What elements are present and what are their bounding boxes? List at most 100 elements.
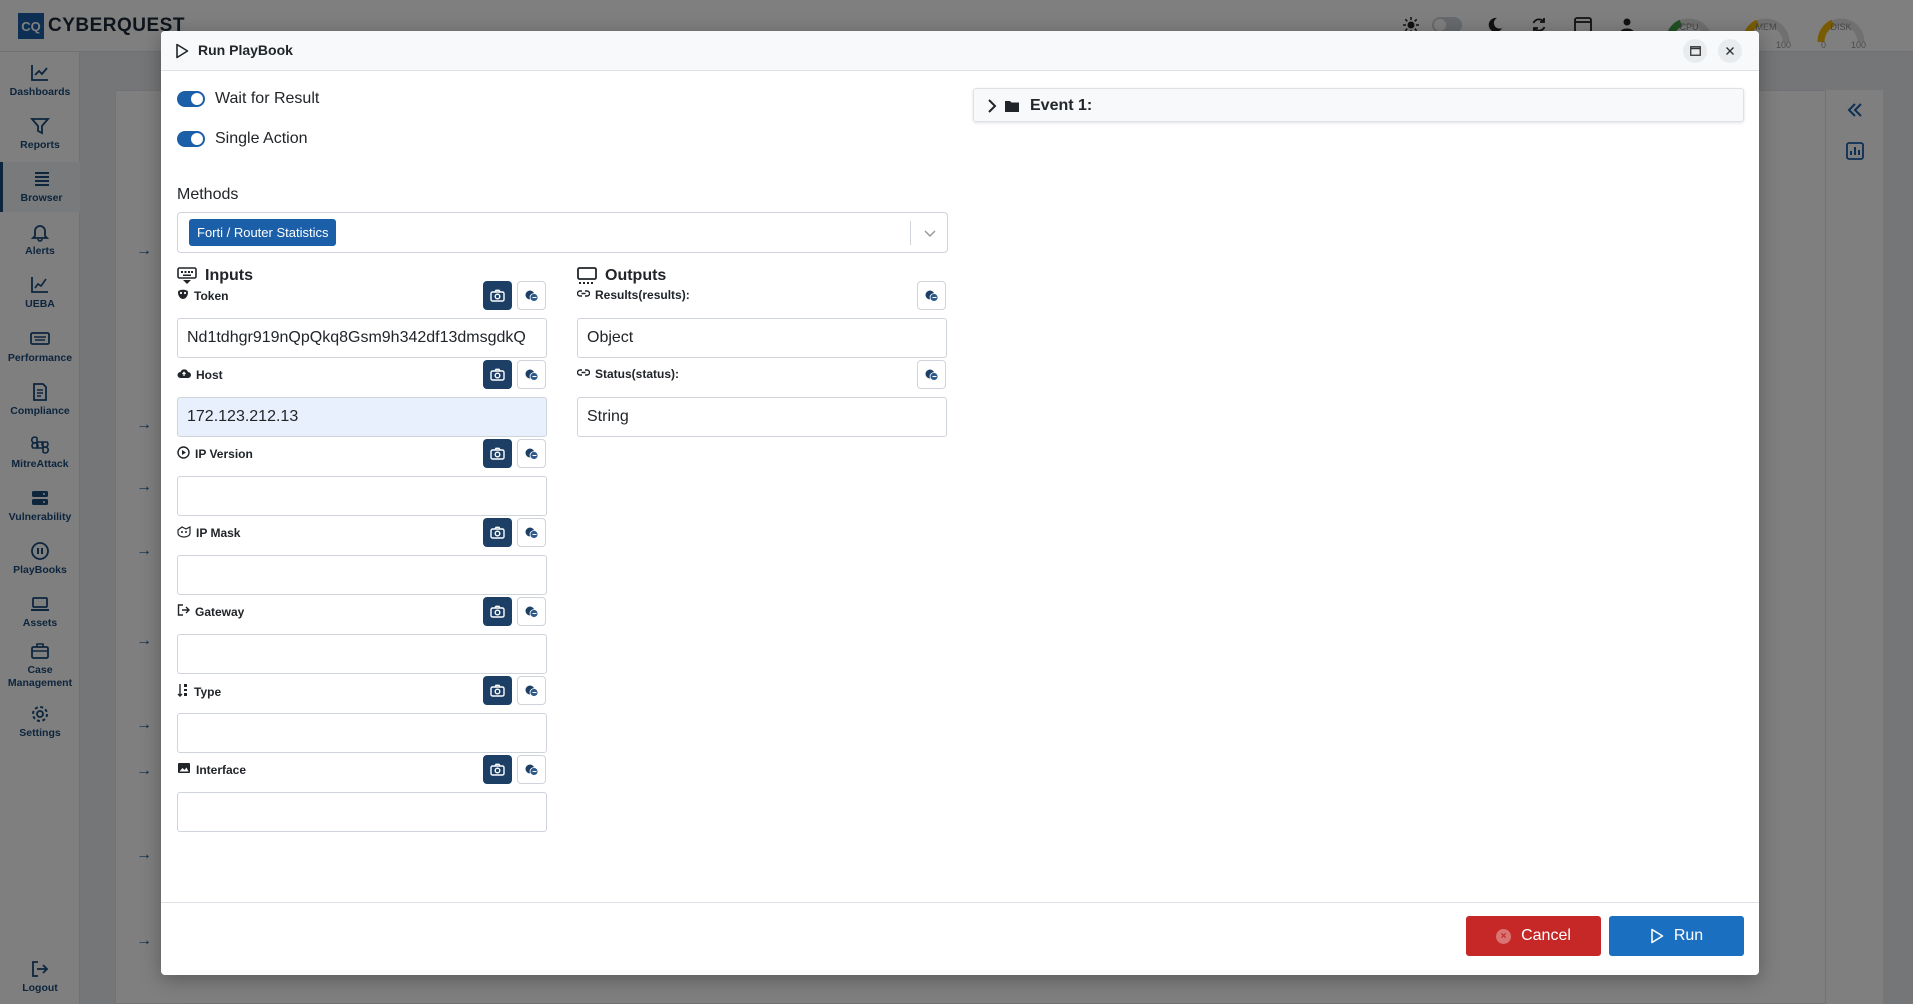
variable-icon	[525, 527, 538, 539]
wait-for-result-row: Wait for Result	[177, 90, 319, 108]
status-label: Status(status):	[595, 367, 680, 381]
results-variable-button[interactable]	[917, 281, 946, 310]
results-label: Results(results):	[595, 288, 690, 302]
variable-icon	[525, 448, 538, 460]
host-label: Host	[196, 367, 223, 382]
host-variable-button[interactable]	[517, 360, 546, 389]
host-camera-button[interactable]	[483, 360, 512, 389]
sort-icon	[177, 683, 189, 700]
ip-mask-label: IP Mask	[196, 526, 241, 540]
ip-version-camera-button[interactable]	[483, 439, 512, 468]
wait-for-result-toggle[interactable]	[177, 91, 205, 107]
type-input[interactable]	[177, 713, 547, 753]
image-icon	[177, 762, 191, 777]
gateway-variable-button[interactable]	[517, 597, 546, 626]
maximize-button[interactable]	[1683, 39, 1707, 63]
variable-icon	[525, 685, 538, 697]
methods-select[interactable]: Forti / Router Statistics	[177, 212, 948, 253]
gateway-label-row: Gateway	[177, 604, 244, 619]
keyboard-icon	[177, 267, 197, 284]
play-icon	[1651, 928, 1664, 944]
variable-icon	[525, 606, 538, 618]
variable-icon	[525, 764, 538, 776]
cloud-icon	[177, 367, 191, 382]
ip-mask-label-row: IP Mask	[177, 525, 240, 541]
cancel-label: Cancel	[1521, 927, 1571, 944]
camera-icon	[490, 368, 505, 381]
token-variable-button[interactable]	[517, 281, 546, 310]
camera-icon	[490, 447, 505, 460]
interface-label-row: Interface	[177, 762, 246, 777]
outputs-title-text: Outputs	[605, 267, 667, 284]
camera-icon	[490, 684, 505, 697]
run-button[interactable]: Run	[1609, 916, 1744, 956]
modal-title: Run PlayBook	[198, 42, 293, 58]
camera-icon	[490, 526, 505, 539]
wait-for-result-label: Wait for Result	[215, 90, 320, 107]
inputs-title: Inputs	[177, 267, 253, 285]
play-icon	[176, 43, 189, 59]
host-input[interactable]: 172.123.212.13	[177, 397, 547, 437]
single-action-row: Single Action	[177, 130, 308, 148]
cancel-icon: ×	[1496, 928, 1512, 944]
play-circle-icon	[177, 446, 190, 462]
monitor-icon	[577, 267, 597, 284]
mask-icon	[177, 288, 189, 303]
status-variable-button[interactable]	[917, 360, 946, 389]
run-playbook-modal: Run PlayBook Wait for Result Single Acti…	[161, 31, 1759, 975]
ip-mask-input[interactable]	[177, 555, 547, 595]
chevron-down-icon[interactable]	[922, 225, 938, 241]
variable-icon	[525, 290, 538, 302]
ip-version-variable-button[interactable]	[517, 439, 546, 468]
inputs-title-text: Inputs	[205, 267, 253, 284]
single-action-toggle[interactable]	[177, 131, 205, 147]
ip-mask-variable-button[interactable]	[517, 518, 546, 547]
close-button[interactable]	[1718, 39, 1742, 63]
methods-label: Methods	[177, 186, 239, 203]
type-variable-button[interactable]	[517, 676, 546, 705]
token-camera-button[interactable]	[483, 281, 512, 310]
gateway-camera-button[interactable]	[483, 597, 512, 626]
close-icon	[1726, 47, 1734, 55]
gateway-input[interactable]	[177, 634, 547, 674]
maximize-icon	[1689, 46, 1701, 56]
method-chip[interactable]: Forti / Router Statistics	[189, 219, 337, 246]
results-output[interactable]: Object	[577, 318, 947, 358]
ip-version-label: IP Version	[195, 447, 253, 461]
type-camera-button[interactable]	[483, 676, 512, 705]
camera-icon	[490, 289, 505, 302]
ip-mask-camera-button[interactable]	[483, 518, 512, 547]
gateway-label: Gateway	[195, 604, 245, 619]
token-label: Token	[194, 288, 229, 303]
ip-version-label-row: IP Version	[177, 446, 253, 462]
variable-icon	[925, 369, 938, 381]
camera-icon	[490, 605, 505, 618]
variable-icon	[525, 369, 538, 381]
interface-label: Interface	[196, 762, 247, 777]
event-panel[interactable]: Event 1:	[973, 88, 1744, 122]
run-label: Run	[1673, 927, 1704, 944]
mask-outline-icon	[177, 525, 191, 541]
type-label-row: Type	[177, 683, 221, 700]
ip-version-input[interactable]	[177, 476, 547, 516]
folder-icon	[1005, 101, 1019, 112]
event-title: Event 1:	[1030, 97, 1093, 114]
chevron-right-icon[interactable]	[985, 98, 999, 114]
interface-variable-button[interactable]	[517, 755, 546, 784]
host-label-row: Host	[177, 367, 223, 382]
select-divider	[910, 221, 911, 245]
camera-icon	[490, 763, 505, 776]
modal-footer: × Cancel Run	[161, 902, 1759, 975]
single-action-label: Single Action	[215, 130, 308, 147]
status-output[interactable]: String	[577, 397, 947, 437]
status-label-row: Status(status):	[576, 367, 680, 381]
variable-icon	[925, 290, 938, 302]
exit-icon	[177, 604, 190, 619]
link-icon	[576, 288, 591, 302]
type-label: Type	[194, 684, 222, 699]
interface-camera-button[interactable]	[483, 755, 512, 784]
token-input[interactable]: Nd1tdhgr919nQpQkq8Gsm9h342df13dmsgdkQ	[177, 318, 547, 358]
cancel-button[interactable]: × Cancel	[1466, 916, 1601, 956]
interface-input[interactable]	[177, 792, 547, 832]
token-label-row: Token	[177, 288, 228, 303]
